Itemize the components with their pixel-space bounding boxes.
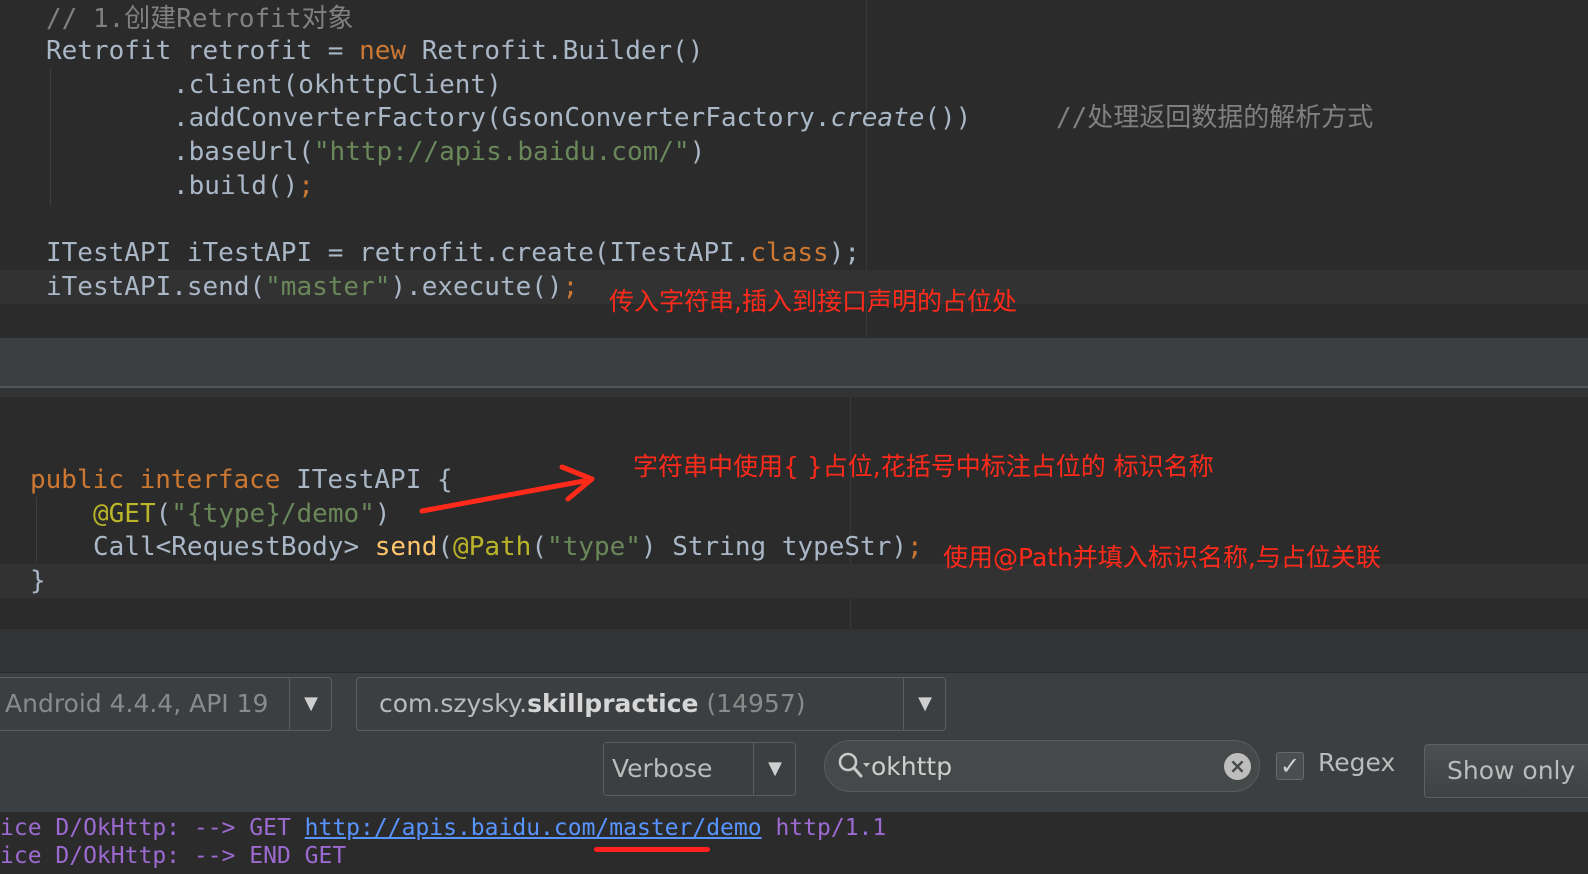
pane-splitter[interactable]: [0, 386, 1588, 397]
annotation-path: @Path: [453, 532, 532, 562]
annotation-get: @GET: [93, 499, 156, 529]
device-select[interactable]: Android 4.4.4, API 19 ▼: [0, 677, 332, 731]
log-protocol: http/1.1: [761, 815, 887, 841]
red-arrow-icon: [419, 464, 595, 514]
code-token-create: create: [830, 103, 925, 133]
code-token: Call<RequestBody>: [93, 532, 375, 562]
annotation-pass-string: 传入字符串,插入到接口声明的占位处: [609, 287, 1017, 316]
code-token: .baseUrl(: [173, 137, 314, 167]
process-package-prefix: com.szysky.: [379, 689, 528, 718]
annotation-placeholder-braces: 字符串中使用{ }占位,花括号中标注占位的 标识名称: [633, 452, 1214, 481]
code-token: Retrofit.Builder(): [406, 36, 704, 66]
red-underline-mark: [594, 847, 710, 852]
log-search-field[interactable]: ×: [824, 740, 1260, 792]
semicolon: ;: [562, 272, 579, 302]
string-base-url: "http://apis.baidu.com/": [313, 137, 690, 167]
string-type: "type": [546, 532, 641, 562]
code-line-interface-decl: public interface ITestAPI {: [30, 463, 453, 497]
log-line: ice D/OkHttp: --> END GET: [0, 843, 347, 869]
process-select-label: com.szysky.skillpractice (14957): [379, 678, 806, 730]
code-line-converter: .addConverterFactory(GsonConverterFactor…: [173, 101, 971, 135]
code-token: ()): [924, 103, 972, 133]
code-token: ): [374, 499, 391, 529]
process-package-name: skillpractice: [527, 689, 699, 718]
code-line-build: .build();: [173, 169, 314, 203]
semicolon: ;: [907, 532, 923, 562]
log-url-link[interactable]: http://apis.baidu.com/master/demo: [305, 815, 762, 841]
log-prefix: ice D/OkHttp: --> GET: [0, 815, 305, 841]
editor-pane-retrofit-builder[interactable]: // 1.创建Retrofit对象 Retrofit retrofit = ne…: [0, 0, 1588, 338]
show-only-button[interactable]: Show only: [1424, 744, 1588, 798]
pane-divider: [0, 338, 1588, 386]
device-select-label: Android 4.4.4, API 19: [5, 689, 269, 718]
code-line-closing-brace: }: [30, 566, 46, 596]
code-token: );: [828, 238, 860, 268]
code-token: ) String typeStr): [640, 532, 908, 562]
code-line-client: .client(okhttpClient): [173, 70, 502, 100]
keyword-public: public: [30, 465, 124, 495]
code-token: iTestAPI.send(: [46, 272, 266, 302]
indent-guide: [50, 68, 51, 206]
keyword-new: new: [359, 36, 407, 66]
indent-guide: [36, 497, 37, 563]
code-token: ).execute(): [390, 272, 563, 302]
log-line: ice D/OkHttp: --> GET http://apis.baidu.…: [0, 814, 886, 842]
string-master: "master": [265, 272, 391, 302]
code-line-baseurl: .baseUrl("http://apis.baidu.com/"): [173, 135, 705, 169]
method-send: send: [374, 532, 438, 562]
code-line-send-execute: iTestAPI.send("master").execute();: [46, 270, 578, 304]
code-token: ): [689, 137, 706, 167]
editor-pane-itestapi-interface[interactable]: public interface ITestAPI { @GET("{type}…: [0, 397, 1588, 629]
code-line-send-method: Call<RequestBody> send(@Path("type") Str…: [93, 530, 923, 564]
regex-label: Regex: [1318, 748, 1396, 777]
log-level-label: Verbose: [612, 754, 713, 783]
log-level-select[interactable]: Verbose ▼: [603, 742, 796, 796]
clear-icon[interactable]: ×: [1224, 753, 1251, 780]
search-icon[interactable]: [837, 751, 870, 781]
keyword-interface: interface: [139, 465, 281, 495]
semicolon: ;: [298, 171, 314, 201]
editor-bottom-gutter: [0, 629, 1588, 672]
code-comment-parse-method: //处理返回数据的解析方式: [1056, 103, 1374, 133]
annotation-path-binding: 使用@Path并填入标识名称,与占位关联: [943, 543, 1381, 572]
code-token: Retrofit retrofit =: [46, 36, 360, 66]
code-token: (: [531, 532, 547, 562]
regex-checkbox[interactable]: ✓: [1276, 752, 1304, 780]
code-token: (: [437, 532, 454, 562]
code-comment-create-retrofit: // 1.创建Retrofit对象: [46, 4, 354, 34]
keyword-class: class: [750, 238, 829, 268]
code-token: .build(): [173, 171, 299, 201]
chevron-down-icon[interactable]: ▼: [904, 678, 946, 730]
code-token: .addConverterFactory(GsonConverterFactor…: [173, 103, 831, 133]
process-select[interactable]: com.szysky.skillpractice (14957) ▼: [356, 677, 946, 731]
code-token: ITestAPI iTestAPI = retrofit.create(ITes…: [46, 238, 751, 268]
code-token: (: [155, 499, 172, 529]
string-type-demo: "{type}/demo": [171, 499, 375, 529]
process-pid: (14957): [698, 689, 806, 718]
chevron-down-icon[interactable]: ▼: [290, 678, 332, 730]
search-input[interactable]: [871, 747, 1211, 785]
chevron-down-icon[interactable]: ▼: [754, 743, 796, 795]
code-line-get-annotation: @GET("{type}/demo"): [93, 497, 390, 531]
logcat-output[interactable]: ice D/OkHttp: --> GET http://apis.baidu.…: [0, 812, 1588, 874]
code-line-builder: Retrofit retrofit = new Retrofit.Builder…: [46, 34, 703, 68]
code-line-create-api: ITestAPI iTestAPI = retrofit.create(ITes…: [46, 236, 860, 270]
